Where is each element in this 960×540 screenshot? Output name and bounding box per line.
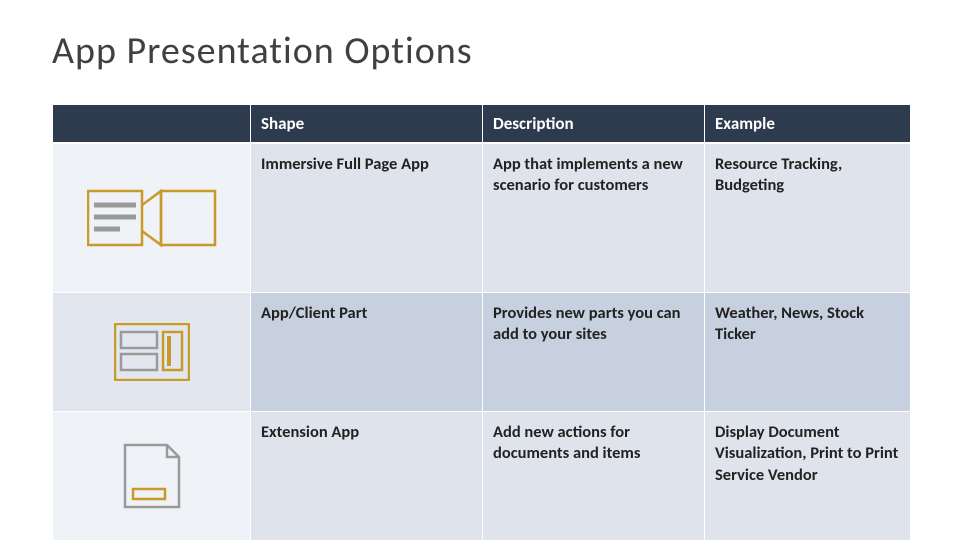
cell-description: Provides new parts you can add to your s… [483, 293, 705, 412]
cell-description: Add new actions for documents and items [483, 412, 705, 540]
cell-description: App that implements a new scenario for c… [483, 143, 705, 293]
app-part-icon [114, 341, 190, 361]
col-header-example: Example [705, 105, 911, 144]
options-table: Shape Description Example [52, 104, 910, 540]
immersive-icon [87, 207, 217, 227]
table-row: Extension App Add new actions for docume… [53, 412, 911, 540]
cell-shape: Immersive Full Page App [251, 143, 483, 293]
cell-example: Weather, News, Stock Ticker [705, 293, 911, 412]
cell-shape: Extension App [251, 412, 483, 540]
cell-example: Resource Tracking, Budgeting [705, 143, 911, 293]
cell-example: Display Document Visualization, Print to… [705, 412, 911, 540]
col-header-shape: Shape [251, 105, 483, 144]
col-header-blank [53, 105, 251, 144]
slide-title: App Presentation Options [52, 28, 473, 74]
extension-icon [123, 465, 181, 485]
col-header-description: Description [483, 105, 705, 144]
cell-shape: App/Client Part [251, 293, 483, 412]
table-row: Immersive Full Page App App that impleme… [53, 143, 911, 293]
table-row: App/Client Part Provides new parts you c… [53, 293, 911, 412]
